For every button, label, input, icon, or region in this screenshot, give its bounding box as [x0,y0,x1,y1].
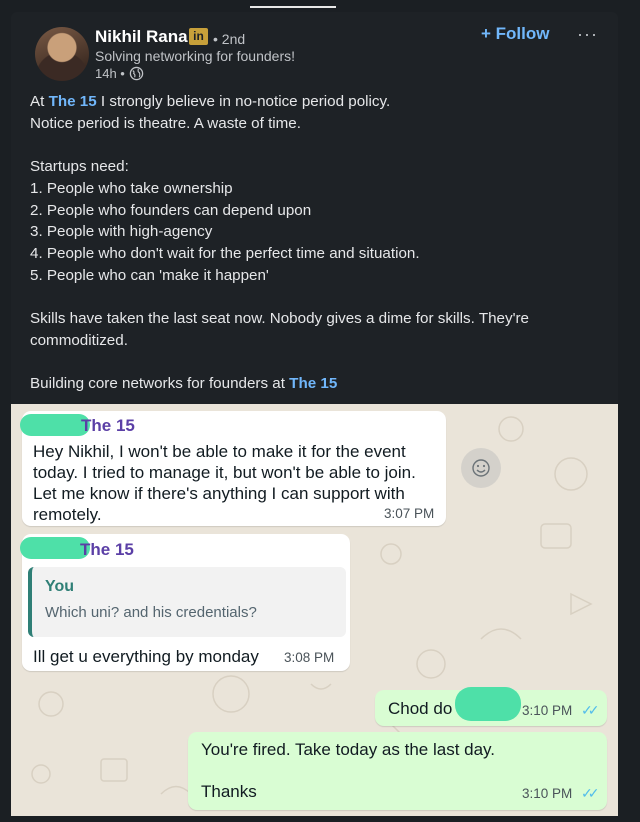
message-time: 3:10 PM [522,703,573,718]
post-text-fragment: I strongly believe in no-notice period p… [96,93,391,110]
author-avatar[interactable] [35,27,89,81]
quote-author: You [45,578,75,595]
quote-text: Which uni? and his credentials? [45,604,257,621]
double-check-icon: ✓✓ [581,702,600,718]
chat-message-incoming[interactable]: The 15 Hey Nikhil, I won't be able to ma… [20,411,446,526]
double-check-icon: ✓✓ [581,785,600,801]
smiley-icon [472,459,490,477]
more-icon[interactable]: ··· [577,24,598,45]
message-line: Hey Nikhil, I won't be able to make it f… [33,442,406,461]
chat-message-outgoing[interactable]: You're fired. Take today as the last day… [188,732,607,810]
message-time: 3:10 PM [522,786,573,801]
list-item: 4. People who don't wait for the perfect… [30,244,420,262]
message-text: Thanks [201,782,257,801]
company-link[interactable]: The 15 [289,375,337,392]
list-item: 3. People with high-agency [30,223,213,241]
redacted-content [455,687,521,721]
post-line: Notice period is theatre. A waste of tim… [30,114,301,132]
post-time: 14h • [95,66,125,81]
post-line: Skills have taken the last seat now. Nob… [30,310,529,327]
chat-screenshot: The 15 Hey Nikhil, I won't be able to ma… [11,404,618,816]
post-text-fragment: Building core networks for founders at [30,375,290,393]
message-line: today. I tried to manage it, but won't b… [33,463,416,482]
list-item: 5. People who can 'make it happen' [30,266,269,284]
follow-button[interactable]: + Follow [481,24,549,44]
post-line: Startups need: [30,158,129,176]
sender-name: The 15 [80,540,134,559]
message-text: You're fired. Take today as the last day… [201,740,496,759]
message-text: Ill get u everything by monday [33,647,259,666]
post-line: commoditized. [30,331,128,349]
sender-name: The 15 [81,416,135,435]
message-text: Chod do [388,699,453,718]
emoji-icon[interactable] [461,448,501,488]
list-item: 1. People who take ownership [30,179,233,197]
active-tab-indicator [250,6,336,8]
quoted-reply[interactable]: You Which uni? and his credentials? [28,567,346,637]
author-headline: Solving networking for founders! [95,48,295,64]
chat-message-incoming[interactable]: The 15 You Which uni? and his credential… [20,534,350,671]
post-line: Building core networks for founders at T… [30,373,600,395]
top-nav-bar [0,0,640,10]
post-line: At The 15 I strongly believe in no-notic… [30,91,600,113]
post-body: At The 15 I strongly believe in no-notic… [30,91,600,395]
message-time: 3:08 PM [284,650,335,665]
author-name[interactable]: Nikhil Rana [95,27,188,47]
redacted-name [20,414,90,436]
list-item: 2. People who founders can depend upon [30,201,312,219]
message-line: Let me know if there's anything I can su… [33,484,405,503]
message-time: 3:07 PM [384,506,435,521]
linkedin-post-card: Nikhil Rana in • 2nd Solving networking … [11,12,618,410]
message-line: remotely. [33,505,102,524]
post-text-fragment: At [30,93,49,110]
company-link[interactable]: The 15 [49,93,97,110]
globe-icon [129,66,144,81]
chat-message-outgoing[interactable]: Chod do 3:10 PM ✓✓ [375,687,607,726]
connection-degree: • 2nd [213,31,246,47]
message-text: Hey Nikhil, I won't be able to make it f… [33,441,443,525]
post-meta: 14h • [95,66,144,81]
linkedin-badge-icon: in [189,28,208,45]
